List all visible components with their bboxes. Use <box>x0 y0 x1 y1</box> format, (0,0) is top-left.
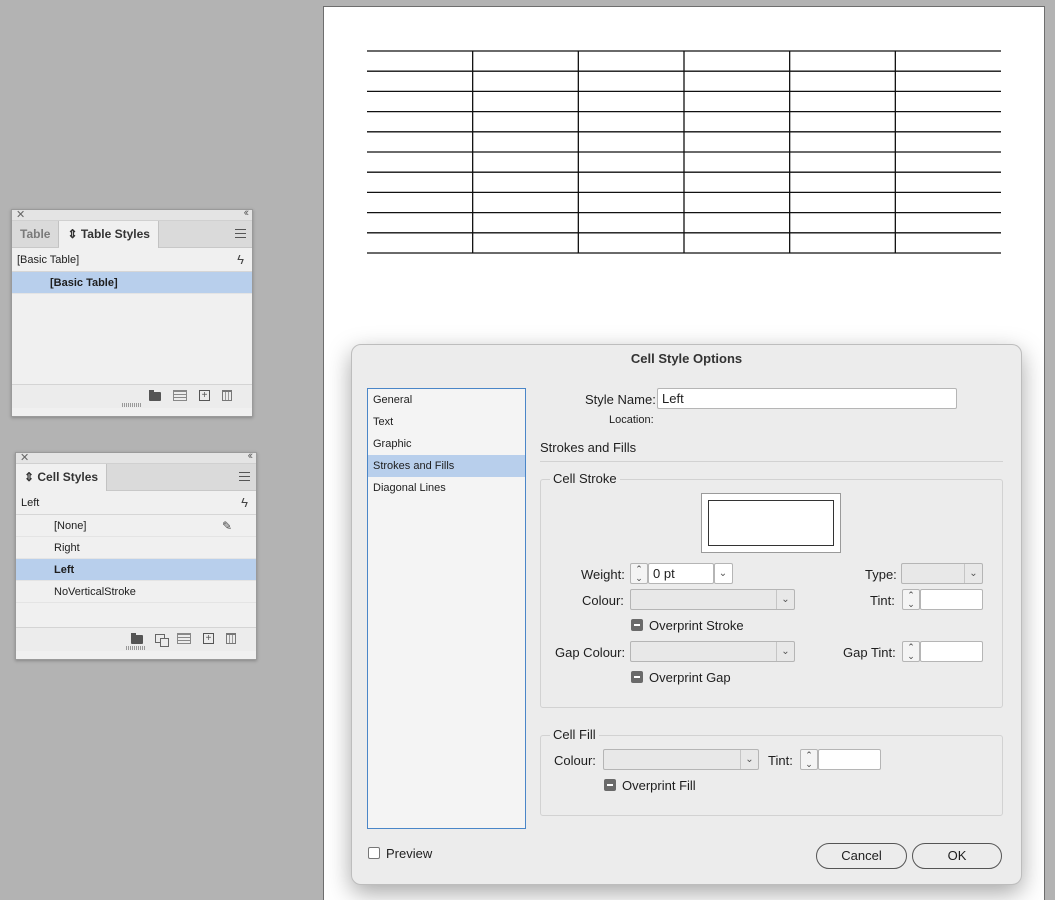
gap-tint-stepper[interactable]: ⌃ ⌄ <box>902 641 920 662</box>
gap-colour-label: Gap Colour: <box>555 645 626 660</box>
gap-tint-field[interactable] <box>920 641 983 662</box>
ok-button[interactable]: OK <box>912 843 1002 869</box>
resize-grip[interactable] <box>122 403 142 407</box>
document-table[interactable] <box>367 50 1001 254</box>
cell-stroke-title: Cell Stroke <box>550 471 620 486</box>
new-style-icon[interactable]: + <box>199 390 210 401</box>
fill-tint-stepper[interactable]: ⌃ ⌄ <box>800 749 818 770</box>
tab-table-styles[interactable]: ⇕ Table Styles <box>59 221 159 248</box>
preview-checkbox[interactable] <box>368 847 380 859</box>
stroke-tint-label: Tint: <box>870 593 895 608</box>
overprint-fill-label: Overprint Fill <box>622 778 696 793</box>
fill-tint-label: Tint: <box>768 753 793 768</box>
cell-style-options-dialog: Cell Style Options General Text Graphic … <box>351 344 1022 885</box>
new-style-icon[interactable]: + <box>203 633 214 644</box>
overprint-fill-checkbox[interactable] <box>604 779 616 791</box>
fill-colour-dropdown[interactable]: ⌄ <box>603 749 759 770</box>
style-name-field[interactable]: Left <box>657 388 957 409</box>
category-general[interactable]: General <box>368 389 525 411</box>
clear-overrides-icon[interactable] <box>173 390 187 401</box>
collapse-icon[interactable]: ‹‹ <box>244 207 250 219</box>
list-item[interactable]: [Basic Table] <box>12 272 252 294</box>
category-text[interactable]: Text <box>368 411 525 433</box>
gap-tint-label: Gap Tint: <box>843 645 896 660</box>
category-list: General Text Graphic Strokes and Fills D… <box>367 388 526 829</box>
table-styles-panel: ✕ ‹‹ Table ⇕ Table Styles [Basic Table] ϟ… <box>11 207 253 417</box>
close-icon[interactable]: ✕ <box>20 451 29 464</box>
overprint-stroke-checkbox[interactable] <box>631 619 643 631</box>
chevron-down-icon: ⌄ <box>776 642 794 661</box>
stroke-proxy <box>708 500 834 546</box>
stroke-colour-dropdown[interactable]: ⌄ <box>630 589 795 610</box>
quick-apply-icon[interactable]: ϟ <box>237 248 244 272</box>
weight-label: Weight: <box>581 567 625 582</box>
overprint-gap-label: Overprint Gap <box>649 670 731 685</box>
resize-grip[interactable] <box>126 646 146 650</box>
cell-styles-panel: ✕ ‹‹ ⇕ Cell Styles Left ϟ [None] ✎ Right L… <box>15 450 257 660</box>
dialog-title: Cell Style Options <box>630 351 743 366</box>
stroke-colour-label: Colour: <box>582 593 624 608</box>
list-item[interactable]: Right <box>16 537 256 559</box>
divider <box>540 461 1003 462</box>
weight-field[interactable]: 0 pt <box>648 563 714 584</box>
current-style: [Basic Table] ϟ <box>12 248 252 272</box>
folder-icon[interactable] <box>131 632 143 644</box>
type-label: Type: <box>865 567 897 582</box>
sort-icon: ⇕ <box>67 227 81 241</box>
weight-stepper[interactable]: ⌃ ⌄ <box>630 563 648 584</box>
tab-table[interactable]: Table <box>12 221 60 247</box>
quick-apply-icon[interactable]: ϟ <box>241 491 248 515</box>
location-label: Location: <box>609 414 654 426</box>
map-styles-icon[interactable] <box>155 634 169 647</box>
category-strokes-and-fills[interactable]: Strokes and Fills <box>368 455 525 477</box>
type-dropdown[interactable]: ⌄ <box>901 563 983 584</box>
category-graphic[interactable]: Graphic <box>368 433 525 455</box>
current-style: Left ϟ <box>16 491 256 515</box>
tab-cell-styles[interactable]: ⇕ Cell Styles <box>16 464 108 491</box>
preview-label: Preview <box>386 846 433 861</box>
weight-dropdown[interactable]: ⌄ <box>714 563 733 584</box>
list-item[interactable]: [None] ✎ <box>16 515 256 537</box>
panel-menu-icon[interactable] <box>235 229 246 238</box>
stroke-proxy-preview[interactable] <box>701 493 841 553</box>
cell-fill-title: Cell Fill <box>550 727 599 742</box>
section-title: Strokes and Fills <box>540 440 637 455</box>
chevron-down-icon: ⌄ <box>776 590 794 609</box>
clear-overrides-icon[interactable] <box>177 633 191 644</box>
chevron-down-icon: ⌄ <box>740 750 758 769</box>
gap-colour-dropdown[interactable]: ⌄ <box>630 641 795 662</box>
list-item[interactable]: Left <box>16 559 256 581</box>
close-icon[interactable]: ✕ <box>16 208 25 221</box>
delete-icon[interactable] <box>226 633 236 644</box>
collapse-icon[interactable]: ‹‹ <box>248 450 254 462</box>
sort-icon: ⇕ <box>24 470 38 484</box>
chevron-down-icon: ⌄ <box>964 564 982 583</box>
delete-icon[interactable] <box>222 390 232 401</box>
cell-fill-group <box>540 735 1003 816</box>
edit-icon: ✎ <box>221 519 232 533</box>
stroke-tint-field[interactable] <box>920 589 983 610</box>
panel-menu-icon[interactable] <box>239 472 250 481</box>
overprint-gap-checkbox[interactable] <box>631 671 643 683</box>
tint-stepper[interactable]: ⌃ ⌄ <box>902 589 920 610</box>
list-item[interactable]: NoVerticalStroke <box>16 581 256 603</box>
folder-icon[interactable] <box>149 389 161 401</box>
overprint-stroke-label: Overprint Stroke <box>649 618 744 633</box>
chevron-down-icon: ⌄ <box>718 568 728 579</box>
category-diagonal-lines[interactable]: Diagonal Lines <box>368 477 525 499</box>
fill-colour-label: Colour: <box>554 753 596 768</box>
fill-tint-field[interactable] <box>818 749 881 770</box>
cancel-button[interactable]: Cancel <box>816 843 907 869</box>
style-name-label: Style Name: <box>585 392 656 407</box>
